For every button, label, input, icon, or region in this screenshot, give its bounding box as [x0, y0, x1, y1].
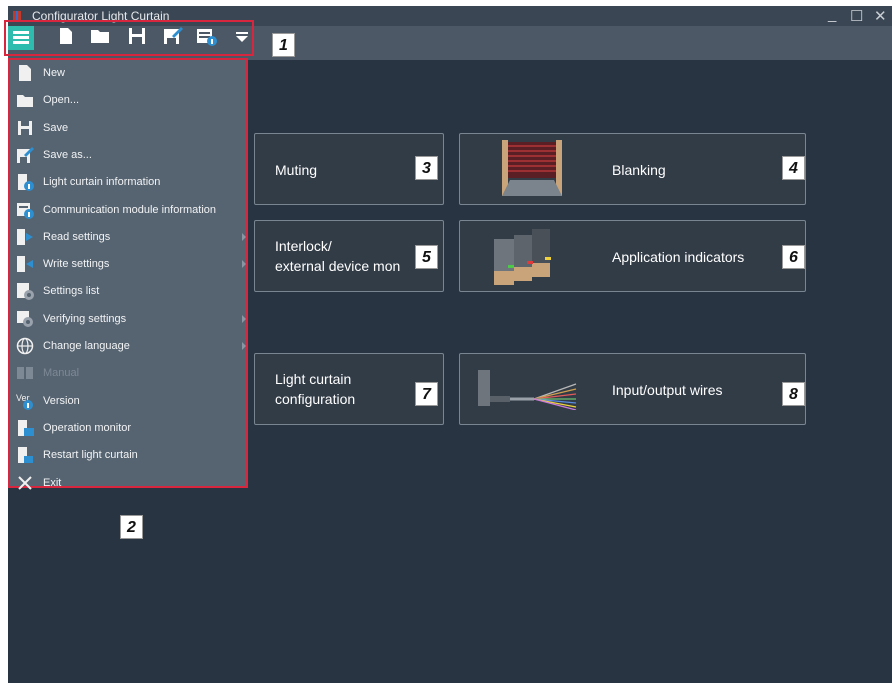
minimize-icon[interactable]: _ — [828, 6, 836, 23]
menu-item-light-curtain-information[interactable]: Light curtain information — [12, 169, 246, 196]
read-settings-icon — [16, 228, 34, 246]
application-indicators-label: Application indicators — [612, 249, 745, 265]
save-button[interactable] — [127, 26, 147, 46]
menu-item-label: Version — [43, 394, 80, 407]
menu-item-save[interactable]: Save — [12, 115, 246, 142]
callout-8: 8 — [782, 382, 805, 406]
manual-icon — [16, 364, 34, 382]
main-menu: New Open... Save Save as... Light curtain in… — [8, 58, 248, 490]
callout-3: 3 — [415, 156, 438, 180]
menu-item-label: Change language — [43, 340, 130, 352]
save-as-icon — [16, 146, 34, 164]
save-as-button[interactable] — [162, 26, 183, 46]
menu-item-verifying-settings[interactable]: Verifying settings — [12, 306, 246, 333]
submenu-arrow-icon — [242, 232, 246, 241]
blanking-tile[interactable]: Blanking 4 — [459, 133, 806, 205]
menu-item-label: Manual — [43, 367, 80, 380]
muting-label: Muting — [275, 162, 318, 178]
input-output-wires-tile[interactable]: Input/output wires 8 — [459, 353, 806, 425]
settings-list-icon — [16, 282, 34, 301]
submenu-arrow-icon — [242, 314, 246, 323]
new-file-icon — [60, 28, 72, 44]
blanking-icon — [502, 140, 562, 196]
save-as-icon — [164, 27, 183, 44]
callout-4: 4 — [782, 156, 805, 180]
light-curtain-info-icon — [197, 29, 217, 46]
menu-item-settings-list[interactable]: Settings list — [12, 278, 246, 305]
restart-icon — [16, 446, 34, 464]
menu-item-exit[interactable]: Exit — [12, 470, 246, 497]
menu-item-label: Open... — [43, 94, 80, 107]
menu-item-save-as[interactable]: Save as... — [12, 142, 246, 169]
callout-7: 7 — [415, 382, 438, 406]
menu-button[interactable] — [8, 26, 34, 50]
operation-monitor-icon — [16, 419, 34, 437]
menu-item-version[interactable]: Ver Version — [12, 388, 246, 415]
close-icon[interactable]: ✕ — [874, 7, 887, 25]
open-button[interactable] — [90, 26, 110, 46]
callout-5: 5 — [415, 245, 438, 269]
open-folder-icon — [91, 30, 109, 43]
menu-item-label: Write settings — [43, 258, 110, 271]
menu-item-label: Restart light curtain — [43, 449, 138, 462]
save-icon — [129, 28, 145, 44]
input-output-wires-icon — [478, 370, 577, 410]
verifying-settings-icon — [16, 310, 34, 328]
menu-item-restart-light-curtain[interactable]: Restart light curtain — [12, 442, 246, 469]
light-curtain-info-button[interactable] — [196, 26, 217, 46]
muting-tile[interactable]: Muting 3 — [254, 133, 444, 205]
exit-icon — [16, 474, 34, 492]
light-curtain-configuration-label-line1: Light curtain — [275, 371, 352, 387]
menu-item-label: Read settings — [43, 230, 111, 243]
new-file-icon — [16, 64, 34, 82]
menu-item-label: Operation monitor — [43, 421, 132, 434]
blanking-label: Blanking — [612, 162, 666, 178]
menu-item-operation-monitor[interactable]: Operation monitor — [12, 415, 246, 442]
write-settings-icon — [16, 255, 34, 273]
menu-item-label: Settings list — [43, 285, 100, 298]
menu-item-communication-module-information[interactable]: Communication module information — [12, 197, 246, 224]
submenu-arrow-icon — [242, 342, 246, 350]
save-icon — [16, 119, 34, 137]
application-indicators-tile[interactable]: Application indicators 6 — [459, 220, 806, 292]
new-file-button[interactable] — [56, 26, 76, 46]
light-curtain-configuration-tile[interactable]: Light curtain configuration 7 — [254, 353, 444, 425]
menu-item-read-settings[interactable]: Read settings — [12, 224, 246, 251]
menu-item-new[interactable]: New — [12, 60, 246, 87]
version-icon: Ver — [16, 392, 34, 410]
toolbar-overflow-button[interactable] — [234, 26, 254, 46]
interlock-tile[interactable]: Interlock/ external device mon 5 — [254, 220, 444, 292]
globe-icon — [16, 337, 34, 355]
menu-item-label: Communication module information — [43, 203, 217, 216]
maximize-icon[interactable]: ☐ — [850, 7, 863, 25]
menu-item-label: Exit — [43, 476, 62, 489]
callout-1: 1 — [272, 33, 295, 57]
open-folder-icon — [16, 91, 34, 109]
menu-item-label: Save as... — [43, 148, 92, 161]
interlock-label-line2: external device mon — [275, 258, 401, 274]
dropdown-icon — [236, 32, 248, 42]
menu-item-manual: Manual — [12, 360, 246, 387]
menu-item-label: Save — [43, 121, 69, 134]
callout-6: 6 — [782, 245, 805, 269]
application-indicators-icon — [494, 229, 551, 285]
menu-item-change-language[interactable]: Change language — [12, 333, 246, 360]
menu-item-label: Verifying settings — [43, 312, 127, 325]
menu-item-label: New — [43, 67, 66, 79]
submenu-arrow-icon — [242, 260, 246, 269]
interlock-label-line1: Interlock/ — [275, 238, 332, 254]
communication-module-info-icon — [16, 201, 34, 219]
light-curtain-info-icon — [16, 173, 34, 192]
callout-2: 2 — [120, 515, 143, 539]
input-output-wires-label: Input/output wires — [612, 382, 723, 398]
menu-item-open[interactable]: Open... — [12, 87, 246, 114]
menu-item-label: Light curtain information — [43, 176, 161, 189]
menu-item-write-settings[interactable]: Write settings — [12, 251, 246, 278]
light-curtain-configuration-label-line2: configuration — [275, 391, 356, 407]
